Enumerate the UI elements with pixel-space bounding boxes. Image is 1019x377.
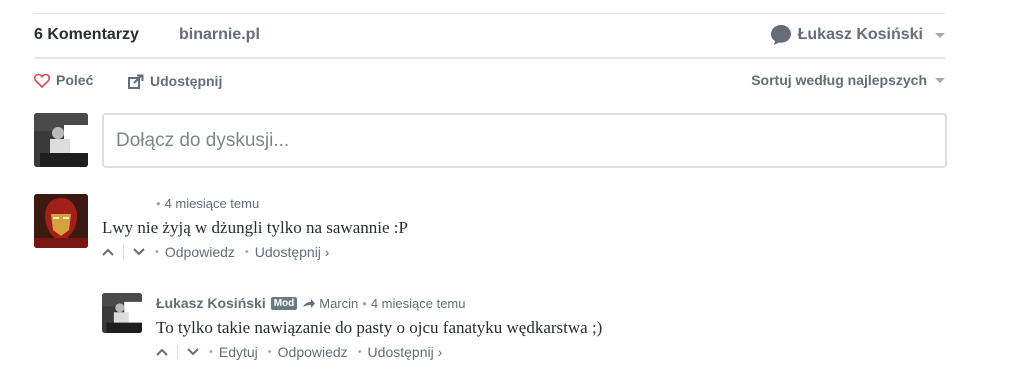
downvote-icon[interactable] xyxy=(187,348,199,356)
comment-author[interactable]: Łukasz Kosiński xyxy=(156,295,266,311)
comment-footer: • Edytuj • Odpowiedz • Udostępnij › xyxy=(156,344,602,360)
share-icon xyxy=(128,74,144,89)
tab-site[interactable]: binarnie.pl xyxy=(179,26,260,44)
comment-time[interactable]: 4 miesiące temu xyxy=(371,296,466,311)
edit-button[interactable]: Edytuj xyxy=(219,344,258,360)
upvote-icon[interactable] xyxy=(102,248,114,256)
recommend-label: Poleć xyxy=(56,72,94,88)
vote-divider xyxy=(177,345,178,359)
current-user-avatar[interactable] xyxy=(34,113,88,167)
share-comment-button[interactable]: Udostępnij › xyxy=(368,344,443,360)
recommend-button[interactable]: Poleć xyxy=(34,72,93,88)
compose-box[interactable] xyxy=(102,113,947,168)
reply-button[interactable]: Odpowiedz xyxy=(165,244,235,260)
mod-badge: Mod xyxy=(270,296,298,310)
share-label: Udostępnij xyxy=(150,73,223,89)
reply-button[interactable]: Odpowiedz xyxy=(278,344,348,360)
comment-footer: • Odpowiedz • Udostępnij › xyxy=(102,244,408,260)
heart-icon xyxy=(34,73,50,88)
comment-time[interactable]: 4 miesiące temu xyxy=(165,196,260,211)
sort-dropdown[interactable]: Sortuj według najlepszych xyxy=(751,72,945,88)
commenter-avatar[interactable] xyxy=(34,194,88,248)
footer-separator: • xyxy=(244,246,249,258)
footer-separator: • xyxy=(267,346,272,358)
vote-divider xyxy=(123,245,124,259)
user-name: Łukasz Kosiński xyxy=(797,26,923,43)
reply-to-name: Marcin xyxy=(319,295,359,311)
comment-meta: Łukasz Kosiński Mod Marcin • 4 miesiące … xyxy=(156,295,602,311)
comment-body: Lwy nie żyją w dżungli tylko na sawannie… xyxy=(102,218,408,237)
meta-separator: • xyxy=(362,295,367,311)
comment-meta: • 4 miesiące temu xyxy=(102,196,408,211)
share-button[interactable]: Udostępnij xyxy=(128,73,222,89)
compose-input[interactable] xyxy=(116,115,936,166)
comment-reply: Łukasz Kosiński Mod Marcin • 4 miesiące … xyxy=(156,295,602,360)
tab-comments[interactable]: 6 Komentarzy xyxy=(34,26,139,44)
comment: • 4 miesiące temu Lwy nie żyją w dżungli… xyxy=(102,196,408,260)
reply-to[interactable]: Marcin xyxy=(302,296,358,311)
meta-separator: • xyxy=(156,196,161,211)
sort-label: Sortuj według najlepszych xyxy=(751,72,927,88)
share-comment-button[interactable]: Udostępnij › xyxy=(255,244,330,260)
reply-arrow-icon xyxy=(303,298,316,308)
user-avatar-icon xyxy=(770,24,792,46)
upvote-icon[interactable] xyxy=(156,348,168,356)
downvote-icon[interactable] xyxy=(133,248,145,256)
footer-separator: • xyxy=(155,246,159,258)
comment-body: To tylko takie nawiązanie do pasty o ojc… xyxy=(156,318,603,337)
commenter-avatar[interactable] xyxy=(102,293,142,333)
user-menu[interactable]: Łukasz Kosiński xyxy=(770,24,945,46)
chevron-down-icon xyxy=(935,77,945,83)
footer-separator: • xyxy=(209,346,213,358)
thread-nav: 6 Komentarzy binarnie.pl Łukasz Kosiński xyxy=(34,14,945,59)
footer-separator: • xyxy=(357,346,362,358)
thread-actions: Poleć Udostępnij Sortuj według najlepszy… xyxy=(34,70,945,92)
chevron-down-icon xyxy=(935,32,945,38)
